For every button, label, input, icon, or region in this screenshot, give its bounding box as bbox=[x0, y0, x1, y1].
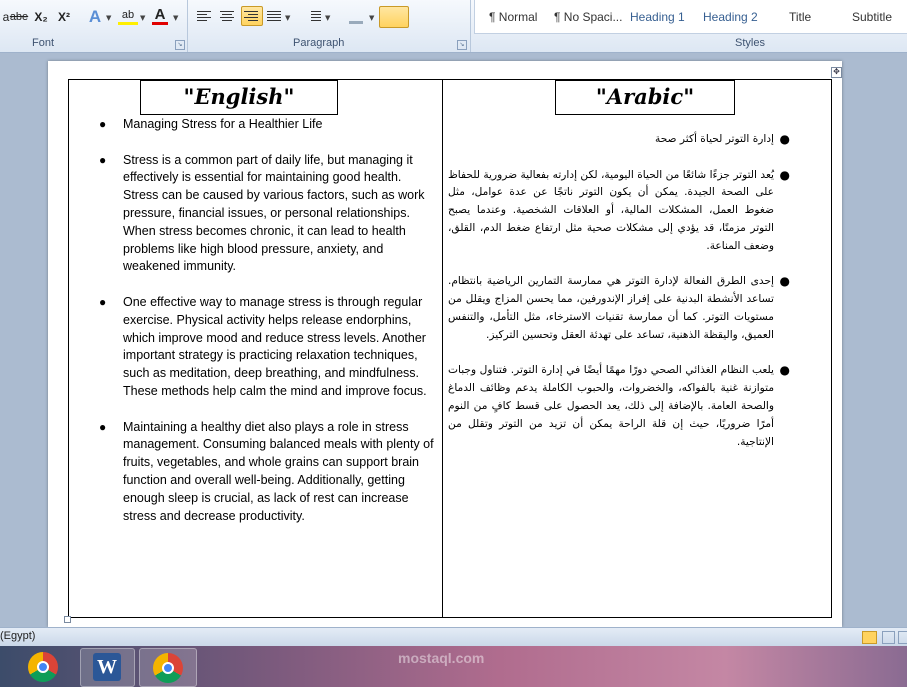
list-item[interactable]: ● Maintaining a healthy diet also plays a… bbox=[99, 419, 437, 526]
arabic-column[interactable]: ● إدارة التوتر لحياة أكثر صحة ● يُعد التوت… bbox=[448, 131, 790, 469]
chrome-taskbar-button[interactable] bbox=[16, 648, 70, 685]
text-effects-dropdown-icon[interactable]: ▼ bbox=[106, 14, 111, 22]
ribbon: a abe X₂ X² A ▼ ab ▼ A ▼ Font ↘ ▼ ▼ ▼ Pa… bbox=[0, 0, 907, 53]
bullet-icon: ● bbox=[779, 363, 790, 378]
justify-icon[interactable] bbox=[267, 9, 283, 25]
group-divider bbox=[187, 0, 188, 52]
bullet-icon: ● bbox=[99, 152, 107, 167]
highlight-dropdown-icon[interactable]: ▼ bbox=[140, 14, 145, 22]
english-header[interactable]: "English" bbox=[140, 80, 338, 115]
language-indicator[interactable]: (Egypt) bbox=[0, 630, 35, 642]
styles-gallery bbox=[474, 0, 907, 34]
chrome-icon bbox=[153, 653, 183, 683]
english-column[interactable]: ● Managing Stress for a Healthier Life ● S… bbox=[99, 116, 437, 543]
list-item[interactable]: ● يلعب النظام الغذائي الصحي دورًا مهمًا أ… bbox=[448, 362, 790, 451]
line-spacing-dropdown-icon[interactable]: ▼ bbox=[325, 14, 330, 22]
justify-dropdown-icon[interactable]: ▼ bbox=[285, 14, 290, 22]
style-normal[interactable]: ¶ Normal bbox=[489, 10, 537, 24]
shading-dropdown-icon[interactable]: ▼ bbox=[369, 14, 374, 22]
print-layout-view-icon[interactable] bbox=[862, 631, 877, 644]
strikethrough-button[interactable]: abe bbox=[9, 8, 29, 26]
text-effects-button[interactable]: A bbox=[86, 8, 104, 26]
paragraph-dialog-launcher-icon[interactable]: ↘ bbox=[457, 40, 467, 50]
bullet-icon: ● bbox=[779, 132, 790, 146]
font-color-dropdown-icon[interactable]: ▼ bbox=[173, 14, 178, 22]
word-icon: W bbox=[93, 653, 121, 681]
style-title[interactable]: Title bbox=[789, 10, 811, 24]
bullet-icon: ● bbox=[99, 117, 107, 131]
group-divider bbox=[470, 0, 471, 52]
list-item[interactable]: ● إدارة التوتر لحياة أكثر صحة bbox=[448, 131, 790, 149]
table-resize-handle-icon[interactable] bbox=[64, 616, 71, 623]
word-taskbar-button[interactable]: W bbox=[80, 648, 135, 687]
line-spacing-icon[interactable] bbox=[306, 9, 322, 25]
style-heading-2[interactable]: Heading 2 bbox=[703, 10, 758, 24]
table-column-divider bbox=[442, 79, 443, 617]
style-heading-1[interactable]: Heading 1 bbox=[630, 10, 685, 24]
style-subtitle[interactable]: Subtitle bbox=[852, 10, 892, 24]
web-layout-view-icon[interactable] bbox=[898, 631, 907, 644]
align-left-icon[interactable] bbox=[197, 9, 213, 25]
style-no-spacing[interactable]: ¶ No Spaci... bbox=[554, 10, 622, 24]
chrome-window-taskbar-button[interactable] bbox=[139, 648, 197, 687]
bullet-icon: ● bbox=[99, 419, 107, 434]
superscript-button[interactable]: X² bbox=[55, 8, 73, 26]
shading-icon[interactable] bbox=[349, 9, 363, 24]
list-item[interactable]: ● Managing Stress for a Healthier Life bbox=[99, 116, 437, 134]
chrome-icon bbox=[28, 652, 58, 682]
list-item[interactable]: ● يُعد التوتر جزءًا شائعًا من الحياة اليو… bbox=[448, 167, 790, 256]
styles-group-label: Styles bbox=[735, 37, 765, 49]
align-center-icon[interactable] bbox=[220, 9, 236, 25]
highlight-button[interactable]: ab bbox=[118, 8, 138, 25]
bullet-icon: ● bbox=[99, 294, 107, 309]
font-dialog-launcher-icon[interactable]: ↘ bbox=[175, 40, 185, 50]
table-move-handle-icon[interactable]: ✥ bbox=[831, 67, 842, 78]
full-screen-reading-view-icon[interactable] bbox=[882, 631, 895, 644]
font-group-label: Font bbox=[32, 37, 55, 49]
align-right-icon[interactable] bbox=[241, 6, 263, 26]
list-item[interactable]: ● Stress is a common part of daily life, … bbox=[99, 152, 437, 277]
watermark: mostaql.com bbox=[398, 650, 485, 666]
borders-icon[interactable] bbox=[379, 6, 409, 28]
list-item[interactable]: ● إحدى الطرق الفعالة لإدارة التوتر هي مما… bbox=[448, 273, 790, 344]
list-item[interactable]: ● One effective way to manage stress is t… bbox=[99, 294, 437, 401]
bullet-icon: ● bbox=[779, 274, 790, 289]
arabic-header[interactable]: "Arabic" bbox=[555, 80, 735, 115]
bullet-icon: ● bbox=[779, 167, 790, 182]
paragraph-group-label: Paragraph bbox=[293, 37, 345, 49]
font-color-button[interactable]: A bbox=[152, 7, 168, 25]
subscript-button[interactable]: X₂ bbox=[32, 8, 50, 26]
status-bar: (Egypt) bbox=[0, 627, 907, 647]
